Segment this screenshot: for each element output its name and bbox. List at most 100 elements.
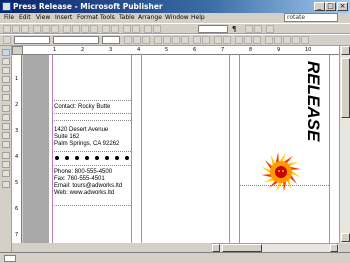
- workspace[interactable]: Contact: Rocky Butte 1420 Desert Avenue …: [23, 55, 339, 243]
- scroll-up-icon[interactable]: [341, 46, 350, 55]
- arrow-icon[interactable]: [2, 114, 10, 121]
- menu-format[interactable]: Format: [77, 13, 98, 23]
- font-color-icon[interactable]: [253, 36, 261, 44]
- menu-tools[interactable]: Tools: [100, 13, 115, 23]
- help-icon[interactable]: [266, 25, 274, 33]
- text-box-icon[interactable]: [2, 58, 10, 65]
- justify-icon[interactable]: [181, 36, 189, 44]
- bold-icon[interactable]: [124, 36, 132, 44]
- 3d-style-icon[interactable]: [301, 36, 309, 44]
- menu-insert[interactable]: Insert: [55, 13, 72, 23]
- numbering-icon[interactable]: [193, 36, 201, 44]
- help-question-input[interactable]: rotate: [284, 13, 338, 22]
- align-center-icon[interactable]: [163, 36, 171, 44]
- line-icon[interactable]: [2, 105, 10, 112]
- styles-icon[interactable]: [3, 36, 11, 44]
- scroll-down-icon[interactable]: [341, 233, 350, 242]
- html-fragment-icon[interactable]: [2, 170, 10, 177]
- publication-page[interactable]: Contact: Rocky Butte 1420 Desert Avenue …: [49, 55, 339, 243]
- horizontal-scroll-thumb[interactable]: [222, 244, 262, 252]
- design-gallery-icon[interactable]: [2, 181, 10, 188]
- save-icon[interactable]: [21, 25, 29, 33]
- line-style-icon[interactable]: [265, 36, 273, 44]
- shadow-style-icon[interactable]: [292, 36, 300, 44]
- cut-icon[interactable]: [63, 25, 71, 33]
- horizontal-scrollbar[interactable]: [212, 243, 339, 252]
- menu-file[interactable]: File: [4, 13, 14, 23]
- bullets-icon[interactable]: [202, 36, 210, 44]
- rectangle-icon[interactable]: [2, 132, 10, 139]
- menu-arrange[interactable]: Arrange: [138, 13, 162, 23]
- vertical-scroll-thumb[interactable]: [341, 58, 350, 118]
- hyperlink-icon[interactable]: [153, 25, 161, 33]
- fill-color-icon[interactable]: [235, 36, 243, 44]
- menu-window[interactable]: Window: [165, 13, 189, 23]
- print-icon[interactable]: [33, 25, 41, 33]
- margin-guide: [52, 55, 53, 243]
- underline-icon[interactable]: [142, 36, 150, 44]
- ruler-corner[interactable]: [12, 46, 23, 55]
- rotate-icon[interactable]: [144, 25, 152, 33]
- publisher-app-icon[interactable]: [2, 2, 11, 11]
- align-right-icon[interactable]: [172, 36, 180, 44]
- format-painter-icon[interactable]: [90, 25, 98, 33]
- menu-help[interactable]: Help: [191, 13, 205, 23]
- undo-icon[interactable]: [102, 25, 110, 33]
- print-preview-icon[interactable]: [42, 25, 50, 33]
- font-size-select[interactable]: [102, 36, 120, 44]
- vertical-scrollbar[interactable]: [339, 46, 350, 243]
- align-left-icon[interactable]: [154, 36, 162, 44]
- vertical-ruler[interactable]: 1 2 3 4 5 6 7: [12, 55, 22, 243]
- spelling-icon[interactable]: [51, 25, 59, 33]
- bring-forward-icon[interactable]: [123, 25, 131, 33]
- increase-indent-icon[interactable]: [223, 36, 231, 44]
- arrow-style-icon[interactable]: [283, 36, 291, 44]
- italic-icon[interactable]: [133, 36, 141, 44]
- dash-style-icon[interactable]: [274, 36, 282, 44]
- clip-art-icon[interactable]: [2, 94, 10, 101]
- decrease-indent-icon[interactable]: [214, 36, 222, 44]
- zoom-in-icon[interactable]: [254, 25, 262, 33]
- new-icon[interactable]: [3, 25, 11, 33]
- zoom-out-icon[interactable]: [245, 25, 253, 33]
- paste-icon[interactable]: [81, 25, 89, 33]
- release-headline[interactable]: RELEASE: [303, 59, 325, 169]
- maximize-button[interactable]: □: [325, 2, 336, 11]
- insert-table-icon[interactable]: [2, 67, 10, 74]
- contact-name[interactable]: Contact: Rocky Butte: [54, 104, 110, 111]
- address-line[interactable]: Suite 162: [54, 134, 79, 141]
- scroll-right-icon[interactable]: [330, 244, 338, 252]
- hot-spot-icon[interactable]: [2, 152, 10, 159]
- sun-logo[interactable]: [259, 150, 303, 194]
- line-color-icon[interactable]: [244, 36, 252, 44]
- copy-icon[interactable]: [72, 25, 80, 33]
- ruler-number: 3: [15, 128, 19, 134]
- horizontal-ruler[interactable]: 1 2 3 4 5 6 7 8 9 10: [23, 46, 339, 55]
- menu-table[interactable]: Table: [119, 13, 135, 23]
- page-1-icon[interactable]: [4, 255, 16, 262]
- picture-frame-icon[interactable]: [2, 85, 10, 92]
- form-control-icon[interactable]: [2, 161, 10, 168]
- show-formatting-icon[interactable]: ¶: [232, 24, 236, 34]
- close-button[interactable]: ×: [337, 2, 348, 11]
- redo-icon[interactable]: [111, 25, 119, 33]
- address-line[interactable]: 1420 Desert Avenue: [54, 127, 108, 134]
- web-text[interactable]: Web: www.adworks.ltd: [54, 190, 114, 197]
- minimize-button[interactable]: _: [314, 2, 325, 11]
- select-objects-icon[interactable]: [2, 49, 10, 56]
- phone-text[interactable]: Phone: 800-555-4500: [54, 169, 112, 176]
- style-select[interactable]: [14, 36, 50, 44]
- open-icon[interactable]: [12, 25, 20, 33]
- wordart-icon[interactable]: [2, 76, 10, 83]
- zoom-select[interactable]: [198, 25, 228, 33]
- email-text[interactable]: Email: tours@adworks.ltd: [54, 183, 122, 190]
- scroll-left-icon[interactable]: [212, 244, 220, 252]
- font-select[interactable]: [53, 36, 99, 44]
- send-backward-icon[interactable]: [132, 25, 140, 33]
- fax-text[interactable]: Fax: 760-555-4501: [54, 176, 105, 183]
- menu-view[interactable]: View: [36, 13, 50, 23]
- oval-icon[interactable]: [2, 123, 10, 130]
- address-line[interactable]: Palm Springs, CA 92262: [54, 141, 119, 148]
- autoshapes-icon[interactable]: [2, 141, 10, 148]
- menu-edit[interactable]: Edit: [19, 13, 31, 23]
